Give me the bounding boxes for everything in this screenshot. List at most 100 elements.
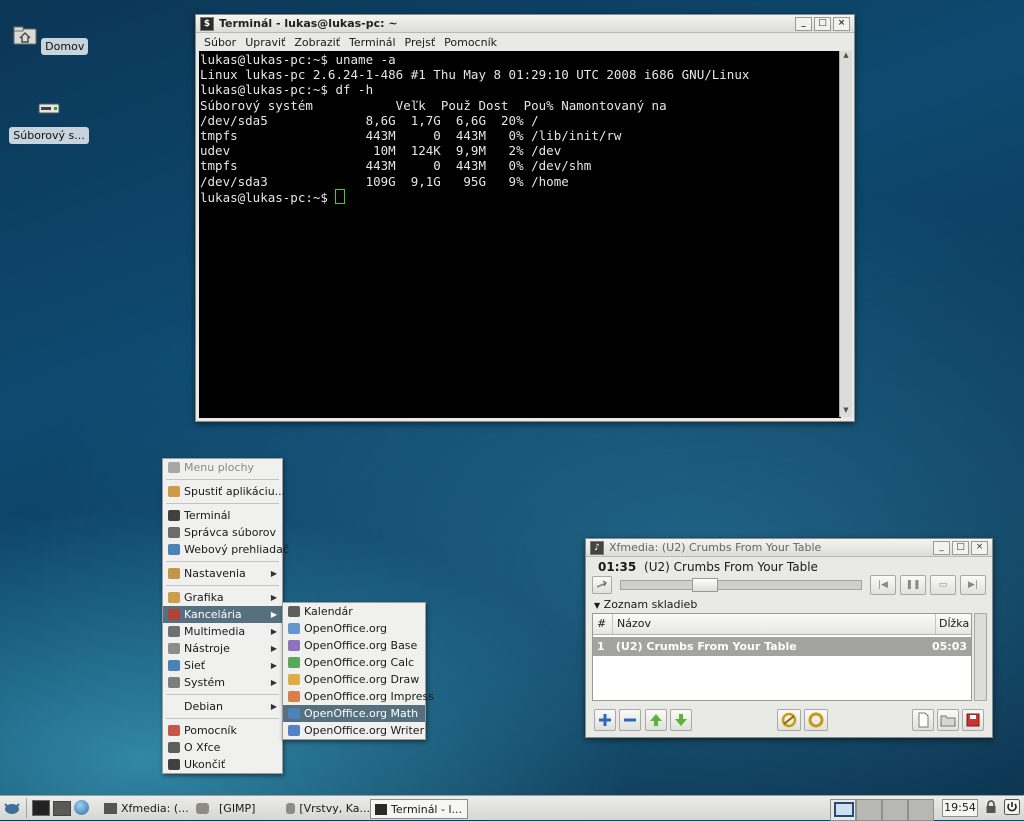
launcher-terminal[interactable] — [32, 800, 50, 816]
task-xfmedia[interactable]: Xfmedia: (... — [100, 799, 194, 817]
playlist-toggle[interactable]: ▼ Zoznam skladieb — [594, 598, 697, 611]
office-submenu: Kalendár OpenOffice.org OpenOffice.org Bas… — [282, 602, 434, 740]
menu-separator — [166, 561, 279, 562]
maximize-button[interactable]: □ — [814, 16, 831, 31]
column-header-number[interactable]: # — [593, 614, 613, 634]
xfce-menu-button[interactable] — [2, 798, 22, 818]
menu-pomocnik[interactable]: Pomocník — [444, 36, 497, 49]
playlist-scrollbar[interactable] — [974, 613, 987, 701]
power-button[interactable] — [1004, 799, 1020, 815]
minimize-button[interactable]: _ — [933, 540, 950, 555]
menu-item-grafika[interactable]: Grafika ▶ — [163, 589, 282, 606]
launcher-web-browser[interactable] — [74, 800, 89, 815]
workspace-4[interactable] — [908, 799, 934, 821]
launcher-file-manager[interactable] — [53, 801, 71, 816]
menu-item-openoffice-org-math[interactable]: OpenOffice.org Math — [283, 705, 425, 722]
menu-item-správca-súborov[interactable]: Správca súborov — [163, 524, 282, 541]
menu-item-kalendár[interactable]: Kalendár — [283, 603, 425, 620]
menu-item-webový-prehliadač[interactable]: Webový prehliadač — [163, 541, 289, 558]
maximize-button[interactable]: □ — [952, 540, 969, 555]
terminal-scrollbar[interactable]: ▲ ▼ — [839, 51, 852, 417]
menu-terminal[interactable]: Terminál — [349, 36, 396, 49]
desktop-icon-filesystem[interactable]: Súborový s... — [9, 98, 89, 144]
lock-screen-button[interactable] — [984, 799, 998, 815]
repeat-button[interactable] — [592, 576, 612, 594]
task-gimp-layers[interactable]: [Vrstvy, Ka... — [282, 799, 374, 817]
run-icon — [168, 486, 180, 497]
menu-upravit[interactable]: Upraviť — [245, 36, 285, 49]
menu-item-kancelária[interactable]: Kancelária ▶ — [163, 606, 282, 623]
clock[interactable]: 19:54 — [942, 799, 978, 817]
menu-item-nástroje[interactable]: Nástroje ▶ — [163, 640, 282, 657]
move-up-button[interactable] — [645, 709, 667, 731]
home-folder-icon — [13, 26, 37, 45]
menu-item-terminál[interactable]: Terminál — [163, 507, 282, 524]
table-row[interactable]: 1 (U2) Crumbs From Your Table 05:03 — [593, 637, 971, 656]
stop-button[interactable]: ▭ — [930, 575, 956, 595]
save-playlist-button[interactable] — [962, 709, 984, 731]
task-gimp[interactable]: [GIMP] — [192, 799, 280, 817]
minimize-button[interactable]: _ — [795, 16, 812, 31]
remove-track-button[interactable] — [619, 709, 641, 731]
menu-item-systém[interactable]: Systém ▶ — [163, 674, 282, 691]
workspace-1[interactable] — [830, 799, 856, 821]
seek-thumb[interactable] — [692, 578, 719, 592]
shuffle-button[interactable] — [777, 709, 801, 731]
menu-item-debian[interactable]: Debian ▶ — [163, 698, 282, 715]
workspace-3[interactable] — [882, 799, 908, 821]
previous-button[interactable]: |◀ — [870, 575, 896, 595]
menu-subor[interactable]: Súbor — [204, 36, 236, 49]
menu-item-openoffice-org-draw[interactable]: OpenOffice.org Draw — [283, 671, 425, 688]
multimedia-icon — [168, 626, 180, 637]
terminal-window[interactable]: $ Terminál - lukas@lukas-pc: ~ _ □ × Súb… — [195, 14, 855, 422]
task-terminal[interactable]: Terminál - l... — [370, 799, 468, 819]
scroll-down-icon[interactable]: ▼ — [840, 406, 852, 417]
workspace-2[interactable] — [856, 799, 882, 821]
menu-item-openoffice-org-impress[interactable]: OpenOffice.org Impress — [283, 688, 434, 705]
playback-time: 01:35 — [598, 560, 637, 574]
seek-bar[interactable] — [620, 578, 862, 592]
scroll-up-icon[interactable]: ▲ — [840, 51, 852, 62]
menu-item-label: Správca súborov — [184, 526, 276, 539]
close-button[interactable]: × — [833, 16, 850, 31]
terminal-titlebar[interactable]: $ Terminál - lukas@lukas-pc: ~ _ □ × — [196, 15, 854, 33]
menu-item-label: Pomocník — [184, 724, 237, 737]
xfmedia-window[interactable]: ♪ Xfmedia: (U2) Crumbs From Your Table _… — [585, 538, 993, 738]
add-track-button[interactable] — [594, 709, 616, 731]
playlist-table[interactable]: # Názov Dĺžka 1 (U2) Crumbs From Your Ta… — [592, 613, 972, 701]
menu-item-spustiť-aplikáciu[interactable]: Spustiť aplikáciu... — [163, 483, 285, 500]
new-playlist-button[interactable] — [912, 709, 934, 731]
menu-item-nastavenia[interactable]: Nastavenia ▶ — [163, 565, 282, 582]
menu-zobrazit[interactable]: Zobraziť — [294, 36, 340, 49]
menu-item-label: OpenOffice.org — [304, 622, 388, 635]
menu-item-openoffice-org-writer[interactable]: OpenOffice.org Writer — [283, 722, 425, 739]
menu-item-multimedia[interactable]: Multimedia ▶ — [163, 623, 282, 640]
menu-item-o-xfce[interactable]: O Xfce — [163, 739, 282, 756]
menu-item-label: Kalendár — [304, 605, 353, 618]
repeat-all-button[interactable] — [804, 709, 828, 731]
menu-item-label: OpenOffice.org Math — [304, 707, 419, 720]
menu-item-openoffice-org-base[interactable]: OpenOffice.org Base — [283, 637, 425, 654]
menu-prejst[interactable]: Prejsť — [405, 36, 436, 49]
next-button[interactable]: ▶| — [960, 575, 986, 595]
menu-item-ukončiť[interactable]: Ukončiť — [163, 756, 282, 773]
menu-item-sieť[interactable]: Sieť ▶ — [163, 657, 282, 674]
desktop-icon-home[interactable]: Domov — [10, 24, 90, 55]
terminal-icon — [375, 803, 387, 815]
xfmedia-titlebar[interactable]: ♪ Xfmedia: (U2) Crumbs From Your Table _… — [586, 539, 992, 557]
move-down-button[interactable] — [670, 709, 692, 731]
menu-item-label: OpenOffice.org Impress — [304, 690, 434, 703]
terminal-menubar: Súbor Upraviť Zobraziť Terminál Prejsť P… — [196, 33, 854, 51]
terminal-output[interactable]: lukas@lukas-pc:~$ uname -a Linux lukas-pc… — [199, 51, 841, 418]
column-header-name[interactable]: Názov — [613, 614, 936, 634]
menu-item-pomocník[interactable]: Pomocník — [163, 722, 282, 739]
workspace-switcher[interactable] — [830, 797, 934, 821]
pause-button[interactable]: ❚❚ — [900, 575, 926, 595]
menu-item-openoffice-org-calc[interactable]: OpenOffice.org Calc — [283, 654, 425, 671]
open-playlist-button[interactable] — [937, 709, 959, 731]
column-header-length[interactable]: Dĺžka — [936, 614, 971, 634]
menu-item-openoffice-org[interactable]: OpenOffice.org — [283, 620, 425, 637]
close-button[interactable]: × — [971, 540, 988, 555]
openoffice-writer-icon — [288, 725, 300, 736]
menu-separator — [166, 503, 279, 504]
